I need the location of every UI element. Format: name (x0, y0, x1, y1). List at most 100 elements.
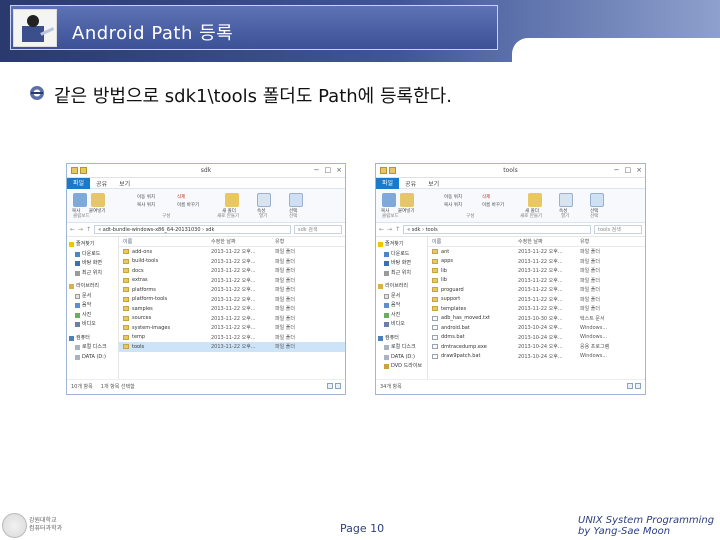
address-bar[interactable]: « sdk › tools (403, 225, 591, 234)
column-name[interactable]: 이름 (428, 238, 518, 245)
nav-download[interactable]: 다운로드 (378, 250, 425, 260)
nav-computer[interactable]: 컴퓨터 (69, 334, 116, 344)
nav-libraries[interactable]: 라이브러리 (69, 282, 116, 292)
up-arrow-icon[interactable]: ↑ (395, 226, 400, 233)
file-row[interactable]: support 2013-11-22 오후... 파일 폴더 (428, 295, 645, 305)
nav-music[interactable]: 음악 (69, 301, 116, 311)
nav-recent[interactable]: 최근 위치 (69, 269, 116, 279)
forward-arrow-icon[interactable]: → (387, 226, 392, 233)
file-row[interactable]: dmtracedump.exe 2013-10-24 오후... 응용 프로그램 (428, 342, 645, 352)
file-row[interactable]: apps 2013-11-22 오후... 파일 폴더 (428, 257, 645, 267)
column-type[interactable]: 유형 (580, 238, 620, 245)
copy-icon[interactable] (73, 193, 87, 207)
rename-button[interactable]: 이름 바꾸기 (482, 202, 504, 208)
forward-arrow-icon[interactable]: → (78, 226, 83, 233)
file-row[interactable]: system-images 2013-11-22 오후... 파일 폴더 (119, 323, 345, 333)
back-arrow-icon[interactable]: ← (70, 226, 75, 233)
file-row[interactable]: build-tools 2013-11-22 오후... 파일 폴더 (119, 257, 345, 267)
file-row[interactable]: docs 2013-11-22 오후... 파일 폴더 (119, 266, 345, 276)
file-row[interactable]: adb_has_moved.txt 2013-10-30 오후... 텍스트 문서 (428, 314, 645, 324)
file-row[interactable]: platforms 2013-11-22 오후... 파일 폴더 (119, 285, 345, 295)
paste-button[interactable]: 붙여넣기 (398, 208, 415, 214)
file-row[interactable]: android.bat 2013-10-24 오후... Windows... (428, 323, 645, 333)
properties-icon[interactable] (257, 193, 271, 207)
file-row[interactable]: templates 2013-11-22 오후... 파일 폴더 (428, 304, 645, 314)
nav-music[interactable]: 음악 (378, 301, 425, 311)
nav-recent[interactable]: 최근 위치 (378, 269, 425, 279)
tab-file[interactable]: 파일 (376, 177, 400, 189)
move-to-button[interactable]: 이동 위치 (137, 194, 155, 200)
column-name[interactable]: 이름 (119, 238, 211, 245)
nav-local-disk[interactable]: 로컬 디스크 (69, 343, 116, 353)
file-row[interactable]: add-ons 2013-11-22 오후... 파일 폴더 (119, 247, 345, 257)
details-view-icon[interactable] (627, 383, 633, 389)
large-icons-view-icon[interactable] (635, 383, 641, 389)
select-icon[interactable] (590, 193, 604, 207)
nav-download[interactable]: 다운로드 (69, 250, 116, 260)
large-icons-view-icon[interactable] (335, 383, 341, 389)
paste-button[interactable]: 붙여넣기 (89, 208, 106, 214)
file-row[interactable]: tools 2013-11-22 오후... 파일 폴더 (119, 342, 345, 352)
file-row[interactable]: sources 2013-11-22 오후... 파일 폴더 (119, 314, 345, 324)
nav-dvd-drive[interactable]: DVD 드라이브 (378, 362, 425, 372)
maximize-icon[interactable]: □ (625, 167, 632, 174)
nav-libraries[interactable]: 라이브러리 (378, 282, 425, 292)
tab-share[interactable]: 공유 (399, 179, 422, 188)
copy-to-button[interactable]: 복사 위치 (444, 202, 462, 208)
file-row[interactable]: proguard 2013-11-22 오후... 파일 폴더 (428, 285, 645, 295)
minimize-icon[interactable]: − (614, 167, 620, 174)
tab-file[interactable]: 파일 (67, 177, 91, 189)
details-view-icon[interactable] (327, 383, 333, 389)
file-row[interactable]: extras 2013-11-22 오후... 파일 폴더 (119, 276, 345, 286)
new-folder-icon[interactable] (225, 193, 239, 207)
close-icon[interactable]: × (336, 167, 342, 174)
file-row[interactable]: lib 2013-11-22 오후... 파일 폴더 (428, 266, 645, 276)
search-input[interactable]: sdk 검색 (294, 225, 342, 234)
file-row[interactable]: ant 2013-11-22 오후... 파일 폴더 (428, 247, 645, 257)
delete-button[interactable]: 삭제 (177, 194, 185, 200)
maximize-icon[interactable]: □ (325, 167, 332, 174)
nav-documents[interactable]: 문서 (69, 292, 116, 302)
column-date[interactable]: 수정한 날짜 (211, 238, 275, 245)
tab-view[interactable]: 보기 (422, 179, 445, 188)
nav-favorites[interactable]: 즐겨찾기 (378, 240, 425, 250)
nav-favorites[interactable]: 즐겨찾기 (69, 240, 116, 250)
nav-data-drive[interactable]: DATA (D:) (378, 353, 425, 363)
file-row[interactable]: ddms.bat 2013-10-24 오후... Windows... (428, 333, 645, 343)
rename-button[interactable]: 이름 바꾸기 (177, 202, 199, 208)
new-folder-icon[interactable] (528, 193, 542, 207)
back-arrow-icon[interactable]: ← (379, 226, 384, 233)
file-row[interactable]: platform-tools 2013-11-22 오후... 파일 폴더 (119, 295, 345, 305)
nav-videos[interactable]: 비디오 (69, 320, 116, 330)
column-type[interactable]: 유형 (275, 238, 315, 245)
tab-view[interactable]: 보기 (113, 179, 136, 188)
nav-videos[interactable]: 비디오 (378, 320, 425, 330)
nav-pictures[interactable]: 사진 (69, 311, 116, 321)
up-arrow-icon[interactable]: ↑ (86, 226, 91, 233)
nav-local-disk[interactable]: 로컬 디스크 (378, 343, 425, 353)
move-to-button[interactable]: 이동 위치 (444, 194, 462, 200)
tab-share[interactable]: 공유 (90, 179, 113, 188)
nav-pictures[interactable]: 사진 (378, 311, 425, 321)
column-date[interactable]: 수정한 날짜 (518, 238, 580, 245)
nav-desktop[interactable]: 바탕 화면 (69, 259, 116, 269)
file-row[interactable]: temp 2013-11-22 오후... 파일 폴더 (119, 333, 345, 343)
paste-icon[interactable] (400, 193, 414, 207)
delete-button[interactable]: 삭제 (482, 194, 490, 200)
file-row[interactable]: lib 2013-11-22 오후... 파일 폴더 (428, 276, 645, 286)
file-row[interactable]: samples 2013-11-22 오후... 파일 폴더 (119, 304, 345, 314)
paste-icon[interactable] (91, 193, 105, 207)
nav-desktop[interactable]: 바탕 화면 (378, 259, 425, 269)
select-icon[interactable] (289, 193, 303, 207)
file-row[interactable]: draw9patch.bat 2013-10-24 오후... Windows... (428, 352, 645, 362)
copy-to-button[interactable]: 복사 위치 (137, 202, 155, 208)
properties-icon[interactable] (559, 193, 573, 207)
minimize-icon[interactable]: − (314, 167, 320, 174)
nav-documents[interactable]: 문서 (378, 292, 425, 302)
copy-icon[interactable] (382, 193, 396, 207)
nav-data-drive[interactable]: DATA (D:) (69, 353, 116, 363)
nav-computer[interactable]: 컴퓨터 (378, 334, 425, 344)
search-input[interactable]: tools 검색 (594, 225, 642, 234)
address-bar[interactable]: « adt-bundle-windows-x86_64-20131030 › s… (94, 225, 291, 234)
close-icon[interactable]: × (636, 167, 642, 174)
